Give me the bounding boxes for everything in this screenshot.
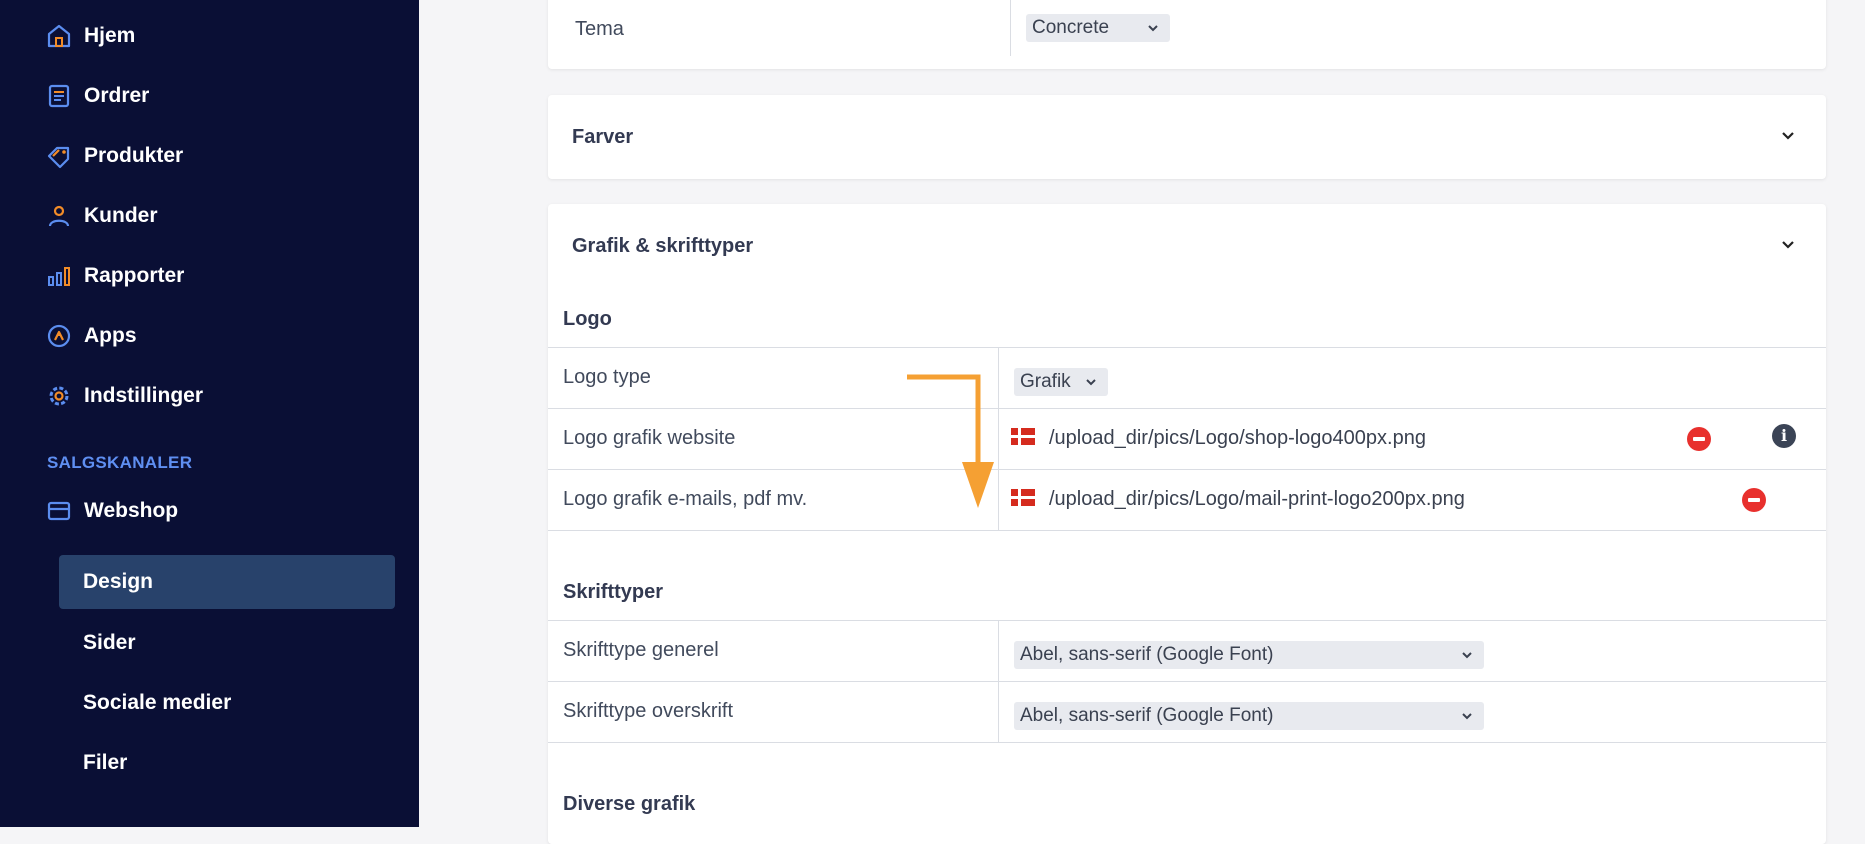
user-icon (46, 203, 72, 229)
theme-select[interactable]: Concrete (1026, 14, 1170, 42)
font-general-row: Skrifttype generel Abel, sans-serif (Goo… (548, 620, 1826, 681)
danish-flag-icon (1011, 489, 1035, 506)
logo-group-title: Logo (563, 308, 612, 330)
logo-website-path[interactable]: /upload_dir/pics/Logo/shop-logo400px.png (1049, 427, 1426, 450)
sidebar-item-label: Apps (84, 324, 137, 347)
font-heading-select-value: Abel, sans-serif (Google Font) (1020, 705, 1274, 726)
colors-card-title: Farver (572, 126, 634, 148)
font-general-select[interactable]: Abel, sans-serif (Google Font) (1014, 641, 1484, 669)
divider (548, 742, 1826, 743)
home-icon (46, 23, 72, 49)
danish-flag-icon (1011, 428, 1035, 445)
sidebar-item-rapporter[interactable]: Rapporter (46, 256, 184, 296)
theme-select-value: Concrete (1032, 17, 1110, 38)
sidebar-subitem-label: Design (83, 570, 154, 593)
divider (998, 621, 999, 681)
divider (998, 682, 999, 742)
logo-website-row: Logo grafik website /upload_dir/pics/Log… (548, 408, 1826, 469)
chevron-down-icon[interactable] (1778, 126, 1798, 146)
sidebar-item-label: Kunder (84, 204, 158, 227)
sidebar-item-label: Rapporter (84, 264, 185, 287)
sidebar-subitem-design[interactable]: Design (59, 555, 395, 609)
sidebar-item-ordrer[interactable]: Ordrer (46, 76, 149, 116)
logo-email-row: Logo grafik e-mails, pdf mv. /upload_dir… (548, 469, 1826, 530)
sidebar-subitem-sider[interactable]: Sider (59, 616, 395, 670)
sidebar-item-indstillinger[interactable]: Indstillinger (46, 376, 203, 416)
sidebar-item-label: Indstillinger (84, 384, 204, 407)
sidebar-subitem-filer[interactable]: Filer (59, 736, 395, 790)
chevron-down-icon (1462, 713, 1472, 720)
sidebar: Hjem Ordrer Produkter Kunder Rapporter A… (0, 0, 419, 827)
font-general-select-value: Abel, sans-serif (Google Font) (1020, 644, 1274, 665)
misc-group-title: Diverse grafik (563, 793, 696, 815)
font-heading-label: Skrifttype overskrift (563, 700, 734, 722)
remove-icon[interactable] (1742, 488, 1766, 512)
gear-icon (46, 383, 72, 409)
sidebar-subitem-label: Filer (83, 751, 128, 774)
colors-card[interactable]: Farver (548, 95, 1826, 179)
theme-card: Tema Concrete (548, 0, 1826, 69)
theme-label: Tema (575, 18, 624, 40)
annotation-arrow (907, 374, 994, 508)
info-icon[interactable]: i (1772, 424, 1796, 448)
sidebar-subitem-sociale-medier[interactable]: Sociale medier (59, 676, 395, 730)
chevron-down-icon (1462, 652, 1472, 659)
orders-icon (46, 83, 72, 109)
font-heading-select[interactable]: Abel, sans-serif (Google Font) (1014, 702, 1484, 730)
logo-email-path[interactable]: /upload_dir/pics/Logo/mail-print-logo200… (1049, 488, 1465, 511)
fonts-group-title: Skrifttyper (563, 581, 664, 603)
logo-type-select-value: Grafik (1020, 371, 1071, 392)
tag-icon (46, 143, 72, 169)
sidebar-subitem-label: Sociale medier (83, 691, 232, 714)
sidebar-item-label: Ordrer (84, 84, 150, 107)
bar-chart-icon (46, 263, 72, 289)
chevron-down-icon[interactable] (1778, 235, 1798, 255)
section-label: SALGSKANALER (47, 453, 193, 472)
font-heading-row: Skrifttype overskrift Abel, sans-serif (… (548, 681, 1826, 742)
logo-type-label: Logo type (563, 366, 651, 388)
font-general-label: Skrifttype generel (563, 639, 719, 661)
sidebar-item-label: Webshop (84, 499, 179, 522)
sidebar-item-hjem[interactable]: Hjem (46, 16, 135, 56)
sidebar-item-label: Produkter (84, 144, 184, 167)
logo-type-row: Logo type Grafik (548, 347, 1826, 408)
logo-website-label: Logo grafik website (563, 427, 736, 449)
sidebar-item-label: Hjem (84, 24, 136, 47)
graphics-card-title: Grafik & skrifttyper (572, 235, 754, 257)
apps-icon (46, 323, 72, 349)
divider (548, 530, 1826, 531)
graphics-card: Grafik & skrifttyper Logo Logo type Graf… (548, 204, 1826, 844)
sidebar-item-produkter[interactable]: Produkter (46, 136, 183, 176)
sidebar-item-apps[interactable]: Apps (46, 316, 137, 356)
chevron-down-icon (1148, 25, 1158, 32)
sidebar-item-kunder[interactable]: Kunder (46, 196, 158, 236)
sidebar-subitem-label: Sider (83, 631, 136, 654)
sidebar-item-webshop[interactable]: Webshop (46, 491, 178, 531)
chevron-down-icon (1086, 379, 1096, 386)
remove-icon[interactable] (1687, 427, 1711, 451)
logo-type-select[interactable]: Grafik (1014, 368, 1108, 396)
store-icon (46, 498, 72, 524)
divider (1010, 0, 1011, 56)
logo-email-label: Logo grafik e-mails, pdf mv. (563, 488, 808, 510)
